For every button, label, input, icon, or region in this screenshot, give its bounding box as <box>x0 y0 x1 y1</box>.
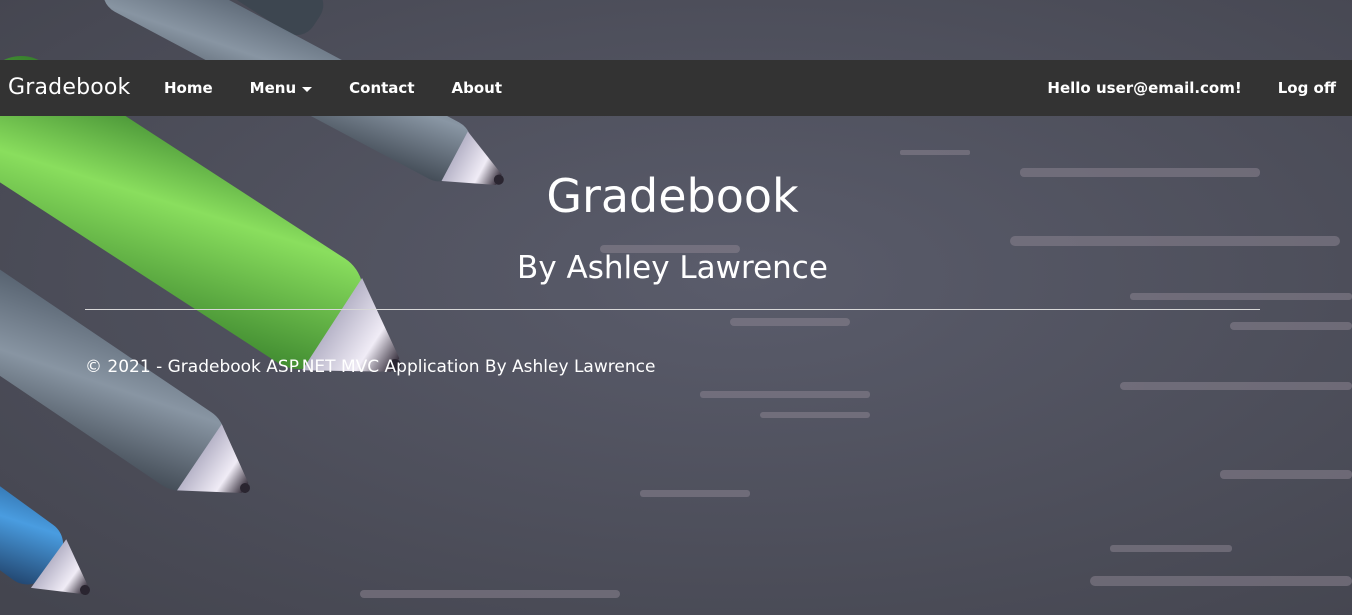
caret-down-icon <box>302 86 313 92</box>
log-off-link[interactable]: Log off <box>1265 60 1349 116</box>
nav-menu: Home Menu Contact About <box>150 60 516 116</box>
page-subtitle: By Ashley Lawrence <box>517 250 828 286</box>
footer-divider <box>85 309 1260 310</box>
user-greeting-link[interactable]: Hello user@email.com! <box>1034 60 1254 116</box>
nav-contact-link[interactable]: Contact <box>335 60 428 116</box>
account-menu: Hello user@email.com! Log off <box>1034 60 1349 116</box>
nav-menu-dropdown[interactable]: Menu <box>236 60 326 116</box>
nav-menu-label: Menu <box>249 79 297 97</box>
page-title: Gradebook <box>546 169 799 223</box>
footer-copyright: © 2021 - Gradebook ASP.NET MVC Applicati… <box>85 357 656 377</box>
brand-link[interactable]: Gradebook <box>8 60 131 116</box>
navbar: Gradebook Home Menu Contact About Hello … <box>0 60 1352 116</box>
nav-about-link[interactable]: About <box>438 60 517 116</box>
nav-home-link[interactable]: Home <box>150 60 227 116</box>
